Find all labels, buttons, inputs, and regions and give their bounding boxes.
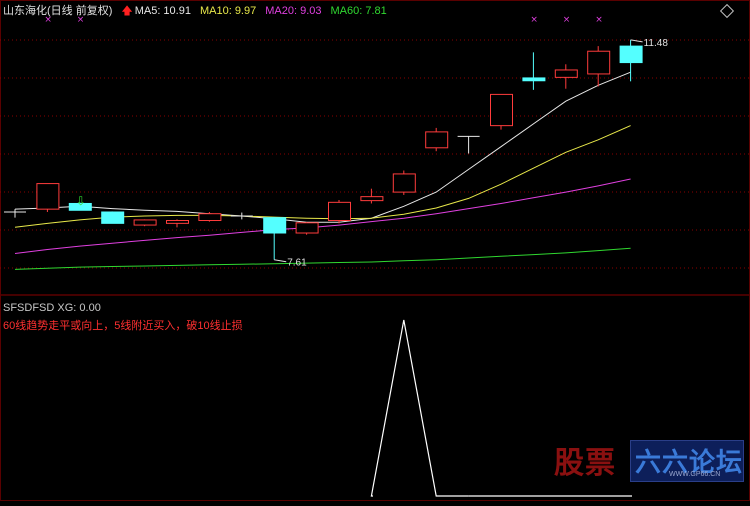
main-header: 山东海化(日线 前复权) 🡅 MA5: 10.91 MA10: 9.97 MA20: 9… <box>3 5 387 18</box>
candle-body-16 <box>522 77 546 82</box>
candle-body-19 <box>619 45 643 64</box>
watermark-logo: 股票 六六论坛 WWW.GP66.CN <box>548 436 744 486</box>
chart-frame <box>0 0 750 501</box>
candle-body-9 <box>295 222 319 234</box>
green-arrow-icon: ⇩ <box>76 194 86 208</box>
candle-body-8 <box>263 217 287 234</box>
signal-x-icon-4: × <box>595 15 603 25</box>
watermark-url: WWW.GP66.CN <box>669 471 721 478</box>
candle-body-13 <box>425 131 449 149</box>
indicator-header: SFSDFSD XG: 0.00 <box>3 302 101 314</box>
candle-body-10 <box>328 201 351 222</box>
ma-line-ma5 <box>14 71 631 223</box>
candle-body-4 <box>133 219 157 226</box>
ma5-label: MA5: 10.91 <box>134 5 191 17</box>
candle-body-12 <box>392 173 416 193</box>
signal-x-icon-3: × <box>563 15 571 25</box>
candle-body-6 <box>198 213 222 222</box>
chart-stage: 7.61 11.48 × × × × × ⇩ 山东海化(日线 前复权) 🡅 MA5: 10.91 M… <box>0 0 750 501</box>
ma10-label: MA10: 9.97 <box>199 5 257 17</box>
chart-canvas: 7.6111.48× × × × ×⇩ <box>0 0 750 501</box>
annotation-pointer-0 <box>274 259 287 263</box>
ma20-label: MA20: 9.03 <box>265 5 322 17</box>
annotation-label-0: 7.61 <box>287 258 307 269</box>
candle-body-18 <box>587 50 611 75</box>
candle-body-11 <box>360 196 384 202</box>
ma-line-ma60 <box>14 247 631 270</box>
ma60-label: MA60: 7.81 <box>330 5 387 17</box>
watermark-text-1: 股票 <box>554 446 616 481</box>
candle-body-1 <box>36 183 60 210</box>
candle-body-15 <box>490 93 513 127</box>
signal-x-icon-2: × <box>530 15 538 25</box>
stock-title[interactable]: 山东海化(日线 前复权) <box>3 5 112 17</box>
red-arrow-icon: 🡅 <box>121 5 133 17</box>
annotation-label-1: 11.48 <box>644 38 669 49</box>
watermark-box: 六六论坛 WWW.GP66.CN <box>630 440 744 482</box>
candle-body-5 <box>166 220 189 224</box>
candle-body-3 <box>101 211 125 224</box>
indicator-note: 60线趋势走平或向上，5线附近买入，破10线止损 <box>3 320 243 332</box>
xg-line <box>370 319 469 497</box>
candle-body-17 <box>554 69 578 78</box>
